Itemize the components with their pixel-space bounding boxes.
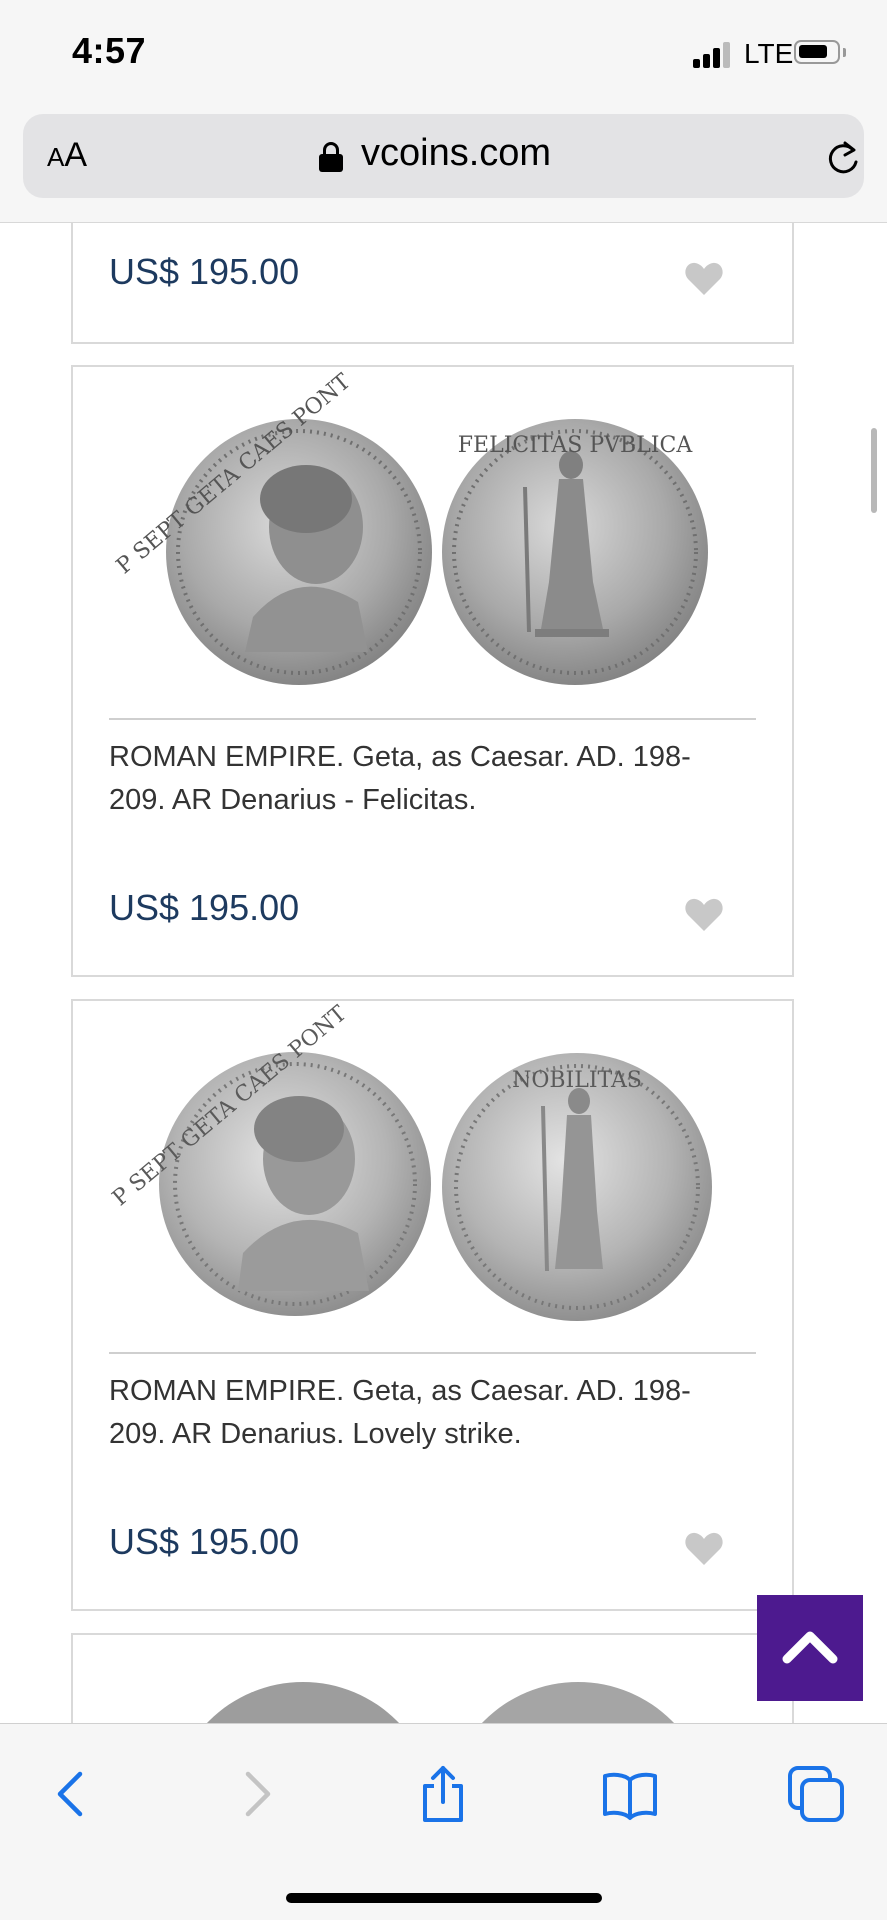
text-size-button[interactable]: AA (47, 136, 87, 175)
back-icon[interactable] (42, 1764, 102, 1824)
status-bar: 4:57 LTE (0, 0, 887, 110)
bookmarks-icon[interactable] (600, 1764, 660, 1824)
listing-card[interactable]: P SEPT GETA CAES PONT FELICITAS PVBLICA … (71, 365, 794, 977)
battery-icon (794, 40, 840, 64)
battery-tip (843, 48, 846, 57)
scroll-to-top-button[interactable] (757, 1595, 863, 1701)
chevron-up-icon (782, 1631, 838, 1664)
share-icon[interactable] (413, 1764, 473, 1824)
network-type: LTE (744, 38, 794, 69)
text-size-small-label: A (47, 142, 65, 172)
mobile-browser-screen: 4:57 LTE AA vcoins.com US$ 195.00 P SEPT… (0, 0, 887, 1920)
listing-title[interactable]: ROMAN EMPIRE. Geta, as Caesar. AD. 198-2… (109, 736, 709, 822)
favorite-heart-icon[interactable] (684, 1531, 724, 1567)
listing-price: US$ 195.00 (109, 1521, 300, 1562)
home-indicator (286, 1893, 602, 1903)
cellular-signal-icon (693, 40, 737, 68)
listing-title[interactable]: ROMAN EMPIRE. Geta, as Caesar. AD. 198-2… (109, 1370, 709, 1456)
listing-scroll-area[interactable]: US$ 195.00 P SEPT GETA CAES PONT FELICIT… (0, 223, 887, 1723)
favorite-heart-icon[interactable] (684, 897, 724, 933)
tabs-icon[interactable] (786, 1764, 846, 1824)
listing-price: US$ 195.00 (109, 251, 300, 292)
reload-icon[interactable] (823, 138, 863, 178)
coin-photo[interactable]: P SEPT GETA CAES PONT NOBILITAS (73, 1001, 792, 1351)
scroll-indicator[interactable] (871, 428, 877, 513)
reverse-legend: NOBILITAS (512, 1068, 642, 1093)
lock-icon (319, 142, 343, 172)
address-bar[interactable]: AA vcoins.com (23, 114, 864, 198)
text-size-big-label: A (64, 136, 88, 174)
browser-toolbar (0, 1723, 887, 1920)
reverse-legend: FELICITAS PVBLICA (458, 433, 694, 458)
card-divider (109, 718, 756, 720)
card-divider (109, 1352, 756, 1354)
listing-card[interactable] (71, 1633, 794, 1723)
browser-address-area: AA vcoins.com (0, 110, 887, 223)
listing-price: US$ 195.00 (109, 887, 300, 928)
favorite-heart-icon[interactable] (684, 261, 724, 297)
forward-icon[interactable] (226, 1764, 286, 1824)
coin-photo[interactable]: P SEPT GETA CAES PONT FELICITAS PVBLICA (73, 367, 792, 717)
url-domain[interactable]: vcoins.com (361, 132, 551, 175)
listing-card[interactable]: US$ 195.00 (71, 223, 794, 344)
listing-card[interactable]: P SEPT GETA CAES PONT NOBILITAS ROMAN EM… (71, 999, 794, 1611)
coin-photo[interactable] (73, 1635, 792, 1723)
status-time: 4:57 (72, 30, 147, 71)
